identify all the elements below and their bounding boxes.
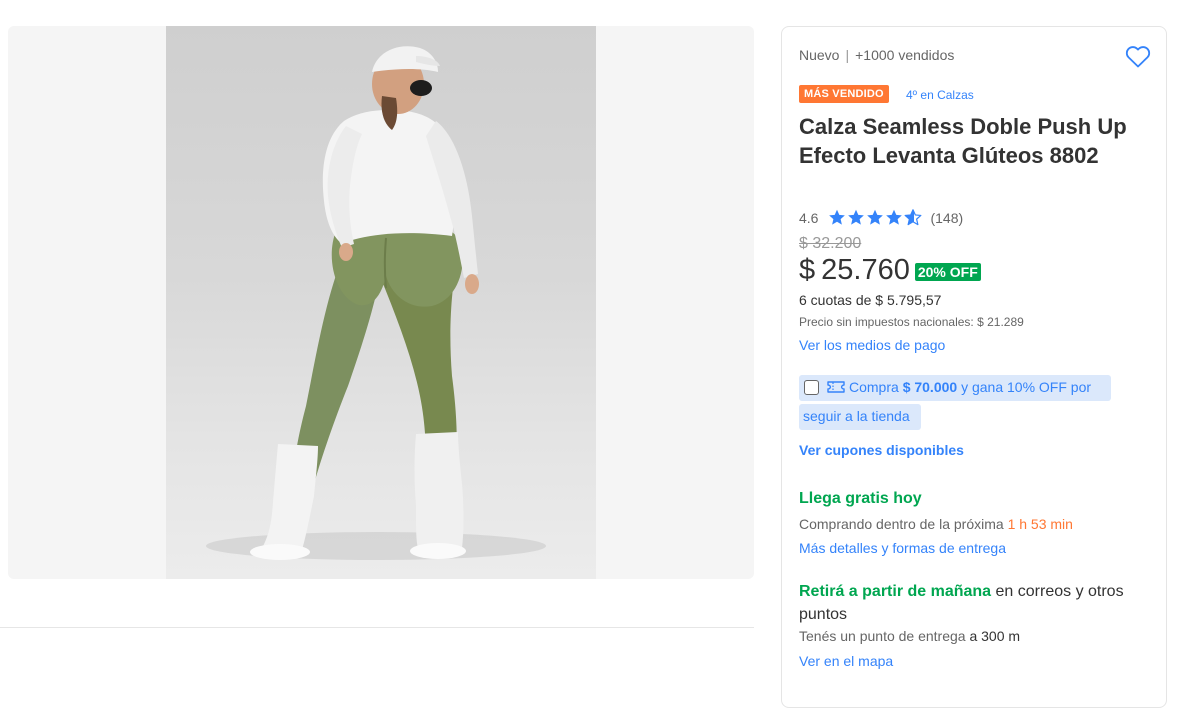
star-icon [829, 209, 846, 225]
shipping-details-link[interactable]: Más detalles y formas de entrega [799, 540, 1006, 556]
view-map-link[interactable]: Ver en el mapa [799, 653, 893, 669]
installments-text: 6 cuotas de $ 5.795,57 [799, 292, 942, 308]
pickup-highlight: Retirá a partir de mañana [799, 583, 992, 600]
tax-note: Precio sin impuestos nacionales: $ 21.28… [799, 315, 1024, 329]
condition-label: Nuevo [799, 47, 840, 63]
product-title: Calza Seamless Doble Push Up Efecto Leva… [799, 114, 1127, 168]
heart-icon [1125, 46, 1151, 68]
sold-count: +1000 vendidos [855, 47, 955, 63]
product-photo-illustration [206, 46, 546, 560]
category-rank-link[interactable]: 4º en Calzas [906, 88, 974, 102]
shipping-subtitle: Comprando dentro de la próxima 1 h 53 mi… [799, 516, 1073, 532]
coupon-amount: $ 70.000 [902, 379, 958, 395]
rating-count: (148) [930, 209, 964, 226]
rating-row[interactable]: 4.6 (148) [799, 209, 963, 226]
pickup-title: Retirá a partir de mañana en correos y o… [799, 583, 1124, 623]
half-star-icon [905, 209, 922, 226]
product-subtitle: Nuevo | +1000 vendidos [799, 47, 954, 63]
payment-methods-link[interactable]: Ver los medios de pago [799, 337, 945, 353]
shipping-countdown: 1 h 53 min [1007, 516, 1073, 532]
section-divider [0, 627, 754, 628]
coupon-text: Compra $ 70.000 y gana 10% OFF por [849, 379, 1092, 395]
original-price: $ 32.200 [799, 235, 862, 252]
current-price: $25.760 20% OFF [799, 254, 981, 287]
star-icon [848, 209, 865, 225]
best-seller-badge: MÁS VENDIDO [799, 85, 889, 103]
discount-badge: 20% OFF [914, 262, 981, 281]
buy-box: Nuevo | +1000 vendidos MÁS VENDIDO 4º en C… [781, 26, 1167, 708]
rating-stars [828, 209, 923, 226]
favorite-button[interactable] [1125, 45, 1151, 69]
price-amount: 25.760 [821, 254, 910, 286]
coupon-box[interactable]: Compra $ 70.000 y gana 10% OFF por segui… [799, 375, 1113, 431]
star-icon [867, 209, 884, 225]
pickup-point-text: Tenés un punto de entrega a 300 m [799, 628, 1021, 644]
product-image[interactable] [166, 26, 596, 579]
view-coupons-link[interactable]: Ver cupones disponibles [799, 442, 964, 458]
coupon-ticket-icon [827, 381, 845, 393]
star-icon [886, 209, 903, 225]
subtitle-separator: | [845, 47, 850, 63]
shipping-title: Llega gratis hoy [799, 490, 922, 507]
coupon-text-line2: seguir a la tienda [803, 408, 910, 424]
coupon-checkbox[interactable] [804, 380, 819, 395]
price-currency: $ [799, 254, 816, 286]
pickup-distance: a 300 m [969, 628, 1021, 644]
image-gallery [8, 26, 754, 579]
rating-value: 4.6 [799, 209, 819, 226]
